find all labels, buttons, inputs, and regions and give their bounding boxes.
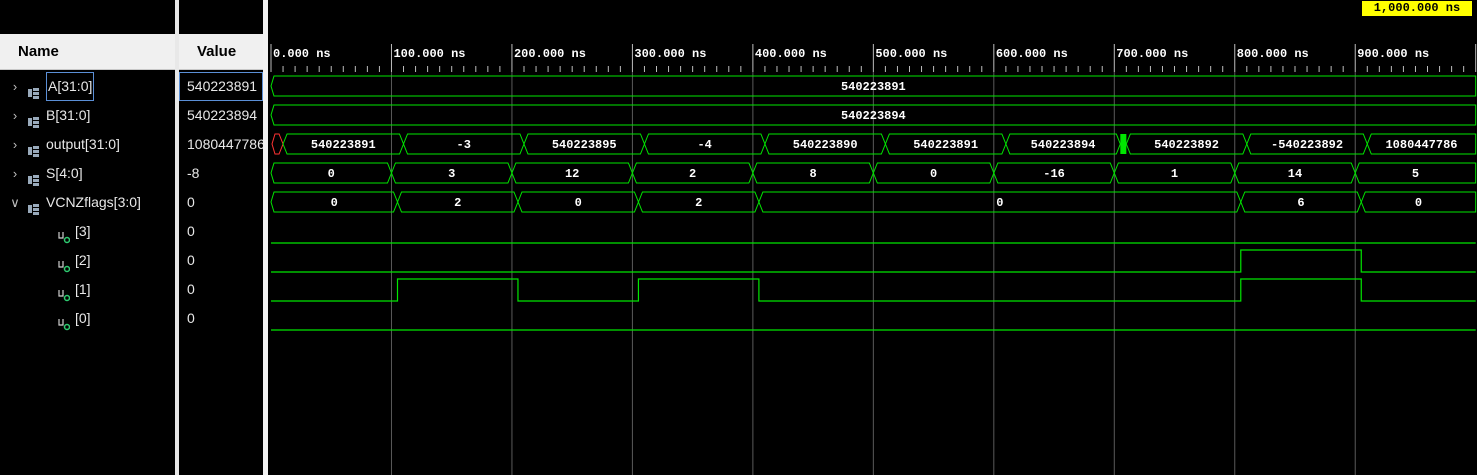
bit-signal-icon bbox=[58, 254, 71, 273]
bus-value-label: 540223891 bbox=[311, 138, 376, 152]
bus-value-label: 540223890 bbox=[793, 138, 858, 152]
bus-value-label: 0 bbox=[328, 167, 335, 181]
ruler-tick-label: 900.000 ns bbox=[1357, 47, 1429, 61]
chevron-right-icon[interactable]: › bbox=[9, 101, 21, 130]
bus-value-label: 540223891 bbox=[841, 80, 906, 94]
bus-value-label: 12 bbox=[565, 167, 579, 181]
bus-value-label: 0 bbox=[575, 196, 582, 210]
bus-value-label: 0 bbox=[1415, 196, 1422, 210]
bus-value-label: 5 bbox=[1412, 167, 1419, 181]
signal-name: B[31:0] bbox=[46, 107, 91, 123]
bus-value-label: 2 bbox=[454, 196, 461, 210]
signal-row[interactable]: [2] bbox=[0, 246, 175, 275]
ruler-tick-label: 800.000 ns bbox=[1237, 47, 1309, 61]
signal-row[interactable]: [3] bbox=[0, 217, 175, 246]
ruler-tick-label: 200.000 ns bbox=[514, 47, 586, 61]
signal-row[interactable]: › A[31:0] bbox=[0, 72, 175, 101]
signal-name: [2] bbox=[75, 252, 91, 268]
bus-value-label: 1 bbox=[1171, 167, 1178, 181]
bus-value-label: -4 bbox=[697, 138, 711, 152]
signal-name: VCNZflags[3:0] bbox=[46, 194, 141, 210]
bus-value-label: 540223894 bbox=[1031, 138, 1096, 152]
bus-value-label: 540223894 bbox=[841, 109, 906, 123]
signal-name: output[31:0] bbox=[46, 136, 120, 152]
signal-row[interactable]: [0] bbox=[0, 304, 175, 333]
bus-signal-icon bbox=[28, 109, 40, 128]
ruler-tick-label: 700.000 ns bbox=[1116, 47, 1188, 61]
bus-value-label: 540223891 bbox=[913, 138, 978, 152]
bus-value-label: 2 bbox=[689, 167, 696, 181]
bus-value-label: 1080447786 bbox=[1385, 138, 1457, 152]
signal-name: [3] bbox=[75, 223, 91, 239]
bus-value-label: -3 bbox=[457, 138, 471, 152]
bit-signal-icon bbox=[58, 225, 71, 244]
bus-signal-icon bbox=[28, 196, 40, 215]
signal-value: 0 bbox=[187, 223, 195, 239]
signal-value: 0 bbox=[187, 252, 195, 268]
signal-value: -8 bbox=[187, 165, 200, 181]
cursor-time-label: 1,000.000 ns bbox=[1362, 1, 1472, 16]
bus-value-label: -540223892 bbox=[1271, 138, 1343, 152]
signal-name: [0] bbox=[75, 310, 91, 326]
bit-signal-icon bbox=[58, 283, 71, 302]
signal-value: 1080447786 bbox=[187, 136, 263, 152]
waveform-area[interactable]: 0.000 ns 100.000 ns 200.000 ns 300.000 ns 40… bbox=[268, 0, 1477, 475]
value-column-header[interactable]: Value bbox=[179, 34, 263, 70]
bus-value-label: 540223895 bbox=[552, 138, 617, 152]
bus-signal-icon bbox=[28, 80, 40, 99]
bus-glitch-mark bbox=[1120, 134, 1127, 154]
signal-value: 540223891 bbox=[179, 72, 263, 101]
signal-row[interactable]: › S[4:0] bbox=[0, 159, 175, 188]
ruler-tick-label: 600.000 ns bbox=[996, 47, 1068, 61]
bus-value-label: 0 bbox=[996, 196, 1003, 210]
bus-value-label: -16 bbox=[1043, 167, 1065, 181]
ruler-tick-label: 300.000 ns bbox=[634, 47, 706, 61]
chevron-right-icon[interactable]: › bbox=[9, 130, 21, 159]
bus-value-label: 0 bbox=[331, 196, 338, 210]
ruler-tick-label: 0.000 ns bbox=[273, 47, 331, 61]
chevron-right-icon[interactable]: › bbox=[9, 72, 21, 101]
bus-value-label: 8 bbox=[810, 167, 817, 181]
bus-value-label: 540223892 bbox=[1154, 138, 1219, 152]
signal-value: 0 bbox=[187, 281, 195, 297]
signal-name: S[4:0] bbox=[46, 165, 83, 181]
signal-value: 0 bbox=[187, 194, 195, 210]
signal-row[interactable]: › B[31:0] bbox=[0, 101, 175, 130]
signal-row[interactable]: › output[31:0] bbox=[0, 130, 175, 159]
bus-signal-icon bbox=[28, 138, 40, 157]
ruler-tick-label: 500.000 ns bbox=[875, 47, 947, 61]
bus-value-label: 2 bbox=[695, 196, 702, 210]
chevron-down-icon[interactable]: ∨ bbox=[9, 188, 21, 217]
bus-value-label: 3 bbox=[448, 167, 455, 181]
name-column-header[interactable]: Name bbox=[0, 34, 175, 70]
signal-row[interactable]: ∨ VCNZflags[3:0] bbox=[0, 188, 175, 217]
signal-value: 0 bbox=[187, 310, 195, 326]
bus-value-label: 14 bbox=[1288, 167, 1302, 181]
signal-name: A[31:0] bbox=[46, 72, 95, 101]
bus-value-label: 6 bbox=[1297, 196, 1304, 210]
chevron-right-icon[interactable]: › bbox=[9, 159, 21, 188]
signal-row[interactable]: [1] bbox=[0, 275, 175, 304]
signal-name: [1] bbox=[75, 281, 91, 297]
bus-signal-icon bbox=[28, 167, 40, 186]
bit-signal-icon bbox=[58, 312, 71, 331]
ruler-tick-label: 100.000 ns bbox=[393, 47, 465, 61]
signal-value: 540223894 bbox=[187, 107, 258, 123]
bus-value-label: 0 bbox=[930, 167, 937, 181]
bus-x-state bbox=[271, 133, 284, 155]
ruler-tick-label: 400.000 ns bbox=[755, 47, 827, 61]
